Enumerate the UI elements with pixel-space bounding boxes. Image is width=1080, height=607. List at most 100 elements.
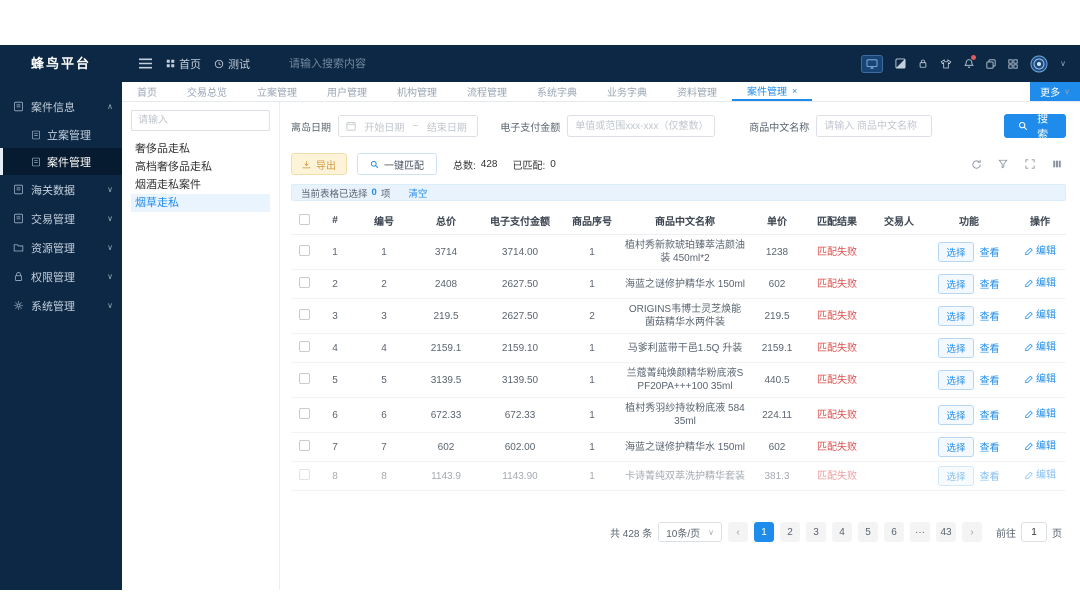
page-button[interactable]: 2 <box>780 522 800 542</box>
page-size-select[interactable]: 10条/页 ∨ <box>658 522 722 542</box>
table-row: 5 5 3139.5 3139.50 1 兰蔻菁纯焕颜精华粉底液SPF20PA+… <box>291 362 1066 398</box>
cell-epay: 3714.00 <box>477 234 563 270</box>
view-link[interactable]: 查看 <box>980 472 1000 483</box>
tab-material-management[interactable]: 资料管理 <box>662 82 732 101</box>
row-checkbox[interactable] <box>298 308 310 320</box>
tab-org-management[interactable]: 机构管理 <box>382 82 452 101</box>
amount-input[interactable] <box>567 115 716 137</box>
sidebar-item-resource-management[interactable]: 资源管理 ∨ <box>0 233 122 262</box>
view-link[interactable]: 查看 <box>980 411 1000 422</box>
edit-link[interactable]: 编辑 <box>1024 245 1056 258</box>
sidebar-item-system-management[interactable]: 系统管理 ∨ <box>0 291 122 320</box>
edit-link[interactable]: 编辑 <box>1024 309 1056 322</box>
more-tabs-button[interactable]: 更多 ∨ <box>1030 82 1080 101</box>
user-avatar[interactable] <box>1030 55 1048 73</box>
tab-home[interactable]: 首页 <box>122 82 172 101</box>
refresh-icon[interactable] <box>967 155 985 173</box>
edit-link[interactable]: 编辑 <box>1024 440 1056 453</box>
category-search-input[interactable] <box>131 110 270 131</box>
search-button[interactable]: 搜索 <box>1004 113 1066 141</box>
category-item[interactable]: 高档奢侈品走私 <box>131 158 270 176</box>
lock-icon[interactable] <box>918 58 928 69</box>
category-item[interactable]: 烟酒走私案件 <box>131 176 270 194</box>
tab-trade-overview[interactable]: 交易总览 <box>172 82 242 101</box>
select-button[interactable]: 选择 <box>938 370 974 390</box>
sidebar-item-trade-management[interactable]: 交易管理 ∨ <box>0 204 122 233</box>
page-button[interactable]: 5 <box>858 522 878 542</box>
row-checkbox[interactable] <box>298 372 310 384</box>
sidebar-menu: 案件信息 ∧ 立案管理 案件管理 海关数据 ∨ 交易管理 ∨ 资源管理 ∨ 权限… <box>0 82 122 320</box>
col-item-seq: 商品序号 <box>563 206 621 235</box>
hamburger-menu-icon[interactable] <box>138 57 153 70</box>
select-button[interactable]: 选择 <box>938 405 974 425</box>
edit-link[interactable]: 编辑 <box>1024 469 1056 482</box>
tab-business-dict[interactable]: 业务字典 <box>592 82 662 101</box>
select-button[interactable]: 选择 <box>938 274 974 294</box>
tab-case-management[interactable]: 案件管理 × <box>732 82 813 101</box>
nav-test[interactable]: 测试 <box>214 56 250 72</box>
filter-icon[interactable] <box>994 155 1012 173</box>
notification-bell-icon[interactable] <box>964 55 977 69</box>
sidebar-item-case-management[interactable]: 案件管理 <box>0 148 122 175</box>
select-button[interactable]: 选择 <box>938 437 974 457</box>
product-name-input[interactable] <box>816 115 933 137</box>
select-button[interactable]: 选择 <box>938 306 974 326</box>
nav-home[interactable]: 首页 <box>166 56 201 72</box>
edit-link[interactable]: 编辑 <box>1024 341 1056 354</box>
export-button[interactable]: 导出 <box>291 153 347 175</box>
sidebar-item-permission-management[interactable]: 权限管理 ∨ <box>0 262 122 291</box>
skin-icon[interactable] <box>940 58 952 69</box>
tab-system-dict[interactable]: 系统字典 <box>522 82 592 101</box>
edit-link[interactable]: 编辑 <box>1024 373 1056 386</box>
chevron-down-icon[interactable]: ∨ <box>1060 59 1066 68</box>
view-link[interactable]: 查看 <box>980 376 1000 387</box>
close-icon[interactable]: × <box>792 86 797 96</box>
tab-user-management[interactable]: 用户管理 <box>312 82 382 101</box>
edit-link[interactable]: 编辑 <box>1024 277 1056 290</box>
view-link[interactable]: 查看 <box>980 248 1000 259</box>
apps-grid-icon[interactable] <box>1008 58 1018 69</box>
row-checkbox[interactable] <box>298 468 310 480</box>
page-button[interactable]: 4 <box>832 522 852 542</box>
tab-filing-management[interactable]: 立案管理 <box>242 82 312 101</box>
sidebar-item-case-info[interactable]: 案件信息 ∧ <box>0 92 122 121</box>
theme-icon[interactable] <box>895 58 906 69</box>
view-link[interactable]: 查看 <box>980 344 1000 355</box>
date-range-picker[interactable]: 开始日期 ~ 结束日期 <box>338 115 479 137</box>
select-button[interactable]: 选择 <box>938 242 974 262</box>
next-page-button[interactable]: › <box>962 522 982 542</box>
category-item-active[interactable]: 烟草走私 <box>131 194 270 212</box>
tab-process-management[interactable]: 流程管理 <box>452 82 522 101</box>
row-checkbox[interactable] <box>298 276 310 288</box>
goto-page-input[interactable] <box>1021 522 1047 542</box>
global-search-input[interactable] <box>289 57 439 70</box>
ellipsis-pages[interactable]: ··· <box>910 522 930 542</box>
row-checkbox[interactable] <box>298 340 310 352</box>
sidebar-item-filing-management[interactable]: 立案管理 <box>0 121 122 148</box>
row-checkbox[interactable] <box>298 439 310 451</box>
select-button[interactable]: 选择 <box>938 466 974 486</box>
clear-selection-link[interactable]: 清空 <box>408 186 427 200</box>
view-link[interactable]: 查看 <box>980 280 1000 291</box>
column-settings-icon[interactable] <box>1048 155 1066 173</box>
view-link[interactable]: 查看 <box>980 312 1000 323</box>
page-button[interactable]: 1 <box>754 522 774 542</box>
page-button[interactable]: 6 <box>884 522 904 542</box>
cell-total: 672.33 <box>415 397 477 433</box>
category-item[interactable]: 奢侈品走私 <box>131 140 270 158</box>
page-button[interactable]: 3 <box>806 522 826 542</box>
copy-layers-icon[interactable] <box>986 58 996 69</box>
edit-link[interactable]: 编辑 <box>1024 408 1056 421</box>
pagination: 共 428 条 10条/页 ∨ ‹ 1 2 3 4 5 6 ··· 43 › 前… <box>291 522 1066 542</box>
sidebar-item-customs-data[interactable]: 海关数据 ∨ <box>0 175 122 204</box>
select-button[interactable]: 选择 <box>938 338 974 358</box>
prev-page-button[interactable]: ‹ <box>728 522 748 542</box>
row-checkbox[interactable] <box>298 407 310 419</box>
view-link[interactable]: 查看 <box>980 443 1000 454</box>
row-checkbox[interactable] <box>298 244 310 256</box>
page-button[interactable]: 43 <box>936 522 956 542</box>
one-click-match-button[interactable]: 一键匹配 <box>357 153 437 175</box>
monitor-icon[interactable] <box>861 54 884 73</box>
select-all-checkbox[interactable] <box>298 213 310 225</box>
fullscreen-icon[interactable] <box>1021 155 1039 173</box>
